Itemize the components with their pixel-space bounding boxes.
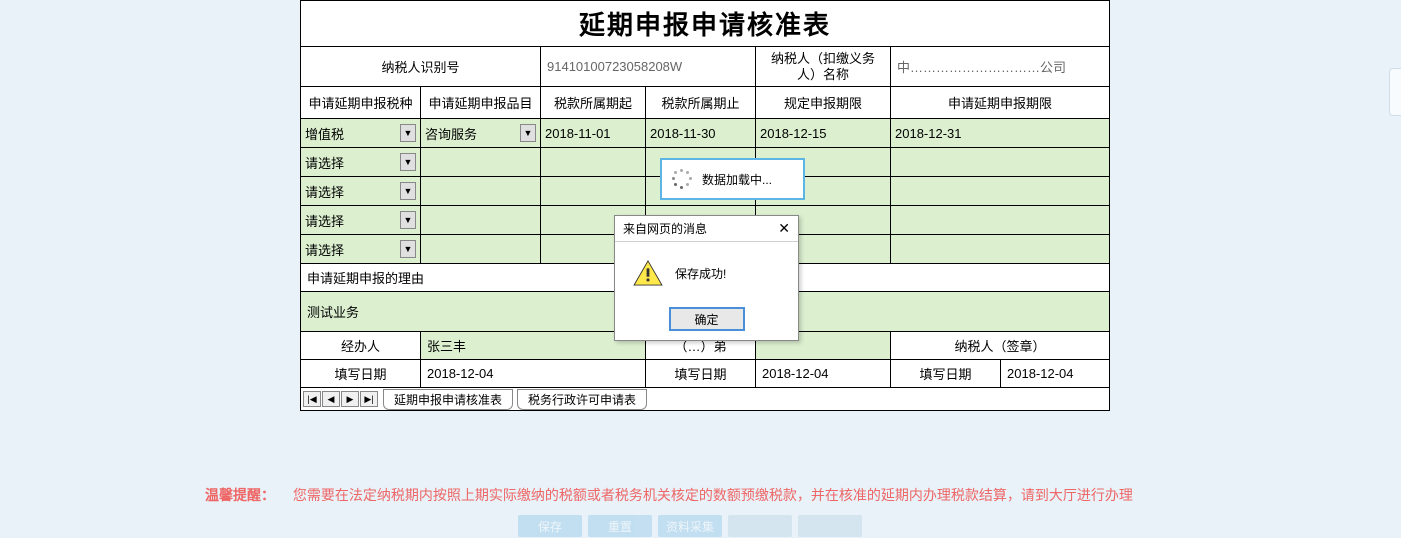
tip-banner: 温馨提醒： 您需要在法定纳税期内按照上期实际缴纳的税额或者税务机关核定的数额预缴…	[205, 485, 1205, 505]
tab-approval-form[interactable]: 延期申报申请核准表	[383, 389, 513, 410]
col-period-end: 税款所属期止	[646, 87, 756, 118]
handler-label: 经办人	[301, 332, 421, 359]
ext-date-cell[interactable]	[891, 235, 1109, 263]
chevron-down-icon[interactable]: ▼	[400, 211, 416, 229]
ext-date-cell[interactable]	[891, 148, 1109, 176]
reset-button[interactable]: 重置	[588, 515, 652, 537]
ext-date-cell[interactable]: 2018-12-31	[891, 119, 1109, 147]
sheet-tabs: |◀ ◀ ▶ ▶| 延期申报申请核准表 税务行政许可申请表	[301, 388, 1109, 410]
spinner-icon	[672, 169, 692, 189]
nav-next-icon[interactable]: ▶	[341, 391, 359, 407]
nav-last-icon[interactable]: ▶|	[360, 391, 378, 407]
alert-dialog: 来自网页的消息 ✕ 保存成功! 确定	[614, 215, 799, 341]
chevron-down-icon[interactable]: ▼	[400, 182, 416, 200]
tax-item-cell[interactable]	[421, 206, 541, 234]
tax-type-cell[interactable]: 请选择▼	[301, 206, 421, 234]
tax-item-cell[interactable]	[421, 148, 541, 176]
fill-date-1: 2018-12-04	[421, 360, 646, 387]
tax-type-cell[interactable]: 请选择▼	[301, 235, 421, 263]
close-icon[interactable]: ✕	[778, 220, 790, 237]
period-start-cell[interactable]: 2018-11-01	[541, 119, 646, 147]
tab-permit-form[interactable]: 税务行政许可申请表	[517, 389, 647, 410]
chevron-down-icon[interactable]: ▼	[520, 124, 536, 142]
col-tax-type: 申请延期申报税种	[301, 87, 421, 118]
nav-first-icon[interactable]: |◀	[303, 391, 321, 407]
period-end-cell[interactable]: 2018-11-30	[646, 119, 756, 147]
nav-prev-icon[interactable]: ◀	[322, 391, 340, 407]
tax-type-cell[interactable]: 请选择▼	[301, 148, 421, 176]
handler-name[interactable]: 张三丰	[421, 332, 646, 359]
side-handle[interactable]	[1389, 68, 1401, 116]
col-tax-item: 申请延期申报品目	[421, 87, 541, 118]
taxpayer-id-value: 91410100723058208W	[541, 47, 756, 86]
tax-type-cell[interactable]: 增值税▼	[301, 119, 421, 147]
signature-row-2: 填写日期 2018-12-04 填写日期 2018-12-04 填写日期 201…	[301, 360, 1109, 388]
due-date-cell[interactable]: 2018-12-15	[756, 119, 891, 147]
col-due-date: 规定申报期限	[756, 87, 891, 118]
tip-text: 您需要在法定纳税期内按照上期实际缴纳的税额或者税务机关核定的数额预缴税款，并在核…	[293, 487, 1133, 503]
loading-toast: 数据加载中...	[660, 158, 805, 200]
tax-item-cell[interactable]	[421, 177, 541, 205]
tip-label: 温馨提醒：	[205, 487, 275, 503]
columns-header: 申请延期申报税种 申请延期申报品目 税款所属期起 税款所属期止 规定申报期限 申…	[301, 87, 1109, 119]
loading-text: 数据加载中...	[702, 171, 772, 188]
period-start-cell[interactable]	[541, 148, 646, 176]
fill-date-2: 2018-12-04	[756, 360, 891, 387]
action-buttons: 保存 重置 资料采集	[518, 515, 862, 537]
form-title: 延期申报申请核准表	[301, 1, 1109, 47]
tax-item-cell[interactable]	[421, 235, 541, 263]
fill-date-3: 2018-12-04	[1001, 360, 1109, 387]
taxpayer-id-label: 纳税人识别号	[301, 47, 541, 86]
fill-date-label-2: 填写日期	[646, 360, 756, 387]
ext-date-cell[interactable]	[891, 177, 1109, 205]
col-period-start: 税款所属期起	[541, 87, 646, 118]
collect-button[interactable]: 资料采集	[658, 515, 722, 537]
ok-button[interactable]: 确定	[670, 308, 744, 330]
taxpayer-seal-label: 纳税人（签章）	[891, 332, 1109, 359]
tax-item-cell[interactable]: 咨询服务▼	[421, 119, 541, 147]
dialog-title-text: 来自网页的消息	[623, 220, 707, 237]
col-ext-date: 申请延期申报期限	[891, 87, 1109, 118]
warning-icon	[633, 260, 663, 286]
save-button[interactable]: 保存	[518, 515, 582, 537]
action-button-4[interactable]	[728, 515, 792, 537]
taxpayer-name-value: 中…………………………公司	[891, 47, 1109, 86]
dialog-message: 保存成功!	[675, 265, 726, 282]
chevron-down-icon[interactable]: ▼	[400, 240, 416, 258]
tax-type-cell[interactable]: 请选择▼	[301, 177, 421, 205]
chevron-down-icon[interactable]: ▼	[400, 124, 416, 142]
taxpayer-name-label: 纳税人（扣缴义务人）名称	[756, 47, 891, 86]
fill-date-label-3: 填写日期	[891, 360, 1001, 387]
period-start-cell[interactable]	[541, 177, 646, 205]
chevron-down-icon[interactable]: ▼	[400, 153, 416, 171]
fill-date-label-1: 填写日期	[301, 360, 421, 387]
taxpayer-info-row: 纳税人识别号 91410100723058208W 纳税人（扣缴义务人）名称 中…	[301, 47, 1109, 87]
action-button-5[interactable]	[798, 515, 862, 537]
table-row: 增值税▼ 咨询服务▼ 2018-11-01 2018-11-30 2018-12…	[301, 119, 1109, 148]
ext-date-cell[interactable]	[891, 206, 1109, 234]
approval-form: 延期申报申请核准表 纳税人识别号 91410100723058208W 纳税人（…	[300, 0, 1110, 411]
